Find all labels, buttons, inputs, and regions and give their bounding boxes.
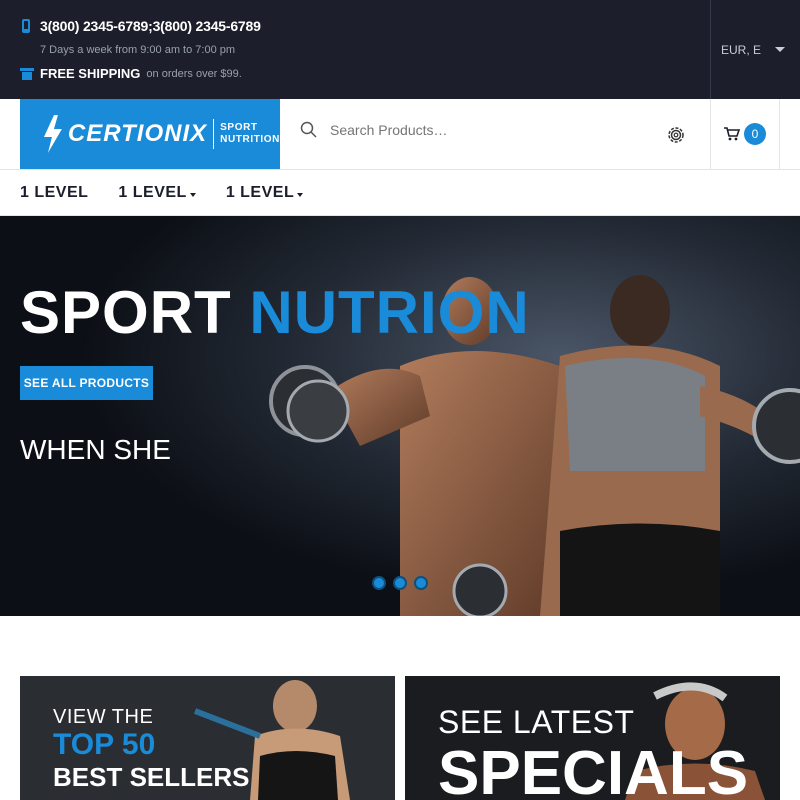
main-nav: 1 LEVEL 1 LEVEL 1 LEVEL bbox=[0, 170, 800, 216]
cart-count-badge: 0 bbox=[744, 123, 766, 145]
business-hours: 7 Days a week from 9:00 am to 7:00 pm bbox=[40, 44, 236, 56]
slider-dot-2[interactable] bbox=[393, 576, 407, 590]
promo-specials-banner[interactable]: SEE LATEST SPECIALS bbox=[405, 676, 780, 800]
promo-right-line2: SPECIALS bbox=[438, 739, 749, 800]
tagline-line-1: SPORT bbox=[220, 122, 258, 133]
slider-dot-1[interactable] bbox=[372, 576, 386, 590]
phone-row: 3(800) 2345-6789;3(800) 2345-6789 bbox=[20, 18, 261, 34]
main-header: CERTIONIX SPORT NUTRITION 0 bbox=[0, 99, 800, 170]
promo-right-line1: SEE LATEST bbox=[438, 704, 635, 740]
hero-title: SPORT NUTRION bbox=[20, 278, 530, 347]
nav-item-3[interactable]: 1 LEVEL bbox=[225, 183, 304, 202]
currency-selector[interactable]: EUR, E bbox=[710, 0, 800, 99]
top-bar: 3(800) 2345-6789;3(800) 2345-6789 7 Days… bbox=[0, 0, 800, 99]
shipping-icon bbox=[20, 67, 34, 80]
search-input[interactable] bbox=[330, 122, 630, 138]
shipping-label: FREE SHIPPING bbox=[40, 66, 141, 81]
site-logo[interactable]: CERTIONIX SPORT NUTRITION bbox=[20, 99, 280, 169]
nav-item-label: 1 LEVEL bbox=[20, 183, 89, 201]
hero-background-image bbox=[0, 216, 800, 616]
nav-item-1[interactable]: 1 LEVEL bbox=[20, 184, 88, 202]
brand-name: CERTIONIX bbox=[67, 120, 208, 147]
cart-button[interactable]: 0 bbox=[710, 99, 780, 169]
nav-item-label: 1 LEVEL bbox=[118, 183, 187, 201]
tagline-line-2: NUTRITION bbox=[220, 134, 280, 145]
nav-item-label: 1 LEVEL bbox=[225, 183, 295, 201]
bolt-logo-icon bbox=[43, 115, 62, 153]
cart-icon bbox=[724, 127, 740, 141]
see-all-products-button[interactable]: SEE ALL PRODUCTS bbox=[20, 366, 153, 400]
currency-value: EUR, E bbox=[721, 42, 762, 57]
promo-top-50-banner[interactable]: VIEW THE TOP 50 BEST SELLERS bbox=[20, 676, 395, 800]
hero-title-white: SPORT bbox=[20, 279, 232, 346]
slider-dot-3[interactable] bbox=[414, 576, 428, 590]
phone-icon bbox=[22, 19, 30, 33]
promo-banners: VIEW THE TOP 50 BEST SELLERS SEE LATEST … bbox=[0, 616, 800, 800]
phone-number[interactable]: 3(800) 2345-6789;3(800) 2345-6789 bbox=[40, 18, 261, 34]
shipping-note: on orders over $99. bbox=[146, 67, 242, 80]
promo-left-line1: VIEW THE bbox=[53, 706, 154, 728]
chevron-down-icon bbox=[297, 192, 304, 197]
nav-item-2[interactable]: 1 LEVEL bbox=[118, 183, 196, 202]
chevron-down-icon bbox=[775, 47, 786, 52]
slider-pagination bbox=[372, 576, 428, 590]
promo-left-line2: TOP 50 bbox=[53, 728, 156, 761]
settings-icon[interactable] bbox=[664, 123, 688, 147]
brand-tagline: SPORT NUTRITION bbox=[220, 122, 280, 146]
hero-slider: SPORT NUTRION SEE ALL PRODUCTS WHEN SHE bbox=[0, 216, 800, 616]
search-icon[interactable] bbox=[300, 121, 318, 139]
hero-subtitle: WHEN SHE bbox=[20, 434, 171, 465]
chevron-down-icon bbox=[189, 192, 196, 197]
hero-title-accent: NUTRION bbox=[249, 279, 530, 346]
promo-left-line3: BEST SELLERS bbox=[53, 762, 250, 792]
search-bar bbox=[300, 121, 630, 139]
shipping-row: FREE SHIPPING on orders over $99. bbox=[20, 66, 242, 81]
logo-divider bbox=[213, 119, 215, 149]
